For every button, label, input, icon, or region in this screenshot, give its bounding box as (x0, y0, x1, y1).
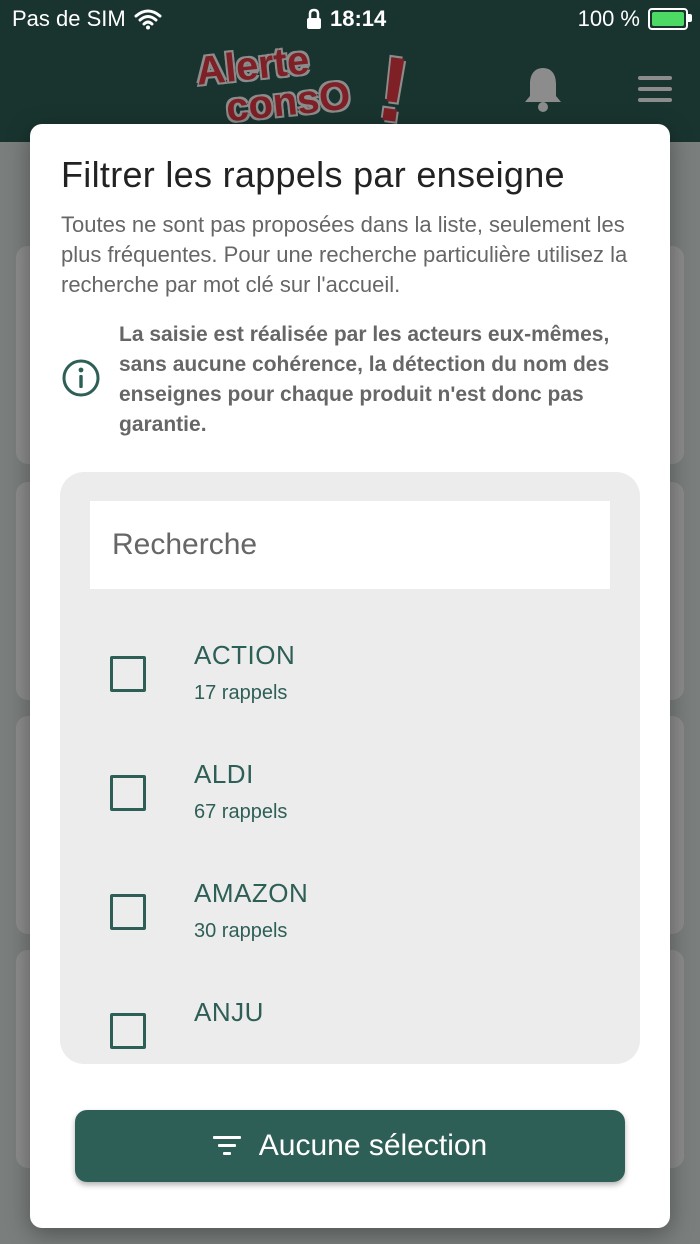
dialog-title: Filtrer les rappels par enseigne (61, 154, 565, 195)
filter-icon (212, 1136, 241, 1156)
battery-percent: 100 % (577, 6, 640, 31)
store-filter-dialog: Filtrer les rappels par enseigne Toutes … (30, 124, 670, 1228)
clock-time: 18:14 (330, 6, 387, 31)
info-text: La saisie est réalisée par les acteurs e… (119, 323, 610, 436)
store-search-input[interactable] (90, 501, 610, 589)
status-bar: Pas de SIM 18:14 100 % (0, 0, 700, 38)
store-recall-count: 17 rappels (194, 682, 288, 704)
store-checkbox[interactable] (110, 656, 146, 692)
store-name: ACTION (194, 640, 296, 670)
store-name: ALDI (194, 759, 254, 789)
apply-filter-button[interactable]: Aucune sélection (75, 1110, 625, 1182)
lock-icon (307, 8, 321, 29)
info-notice: La saisie est réalisée par les acteurs e… (61, 320, 641, 440)
store-checkbox[interactable] (110, 894, 146, 930)
apply-button-label: Aucune sélection (258, 1129, 488, 1162)
store-item-action[interactable]: ACTION 17 rappels (60, 632, 640, 742)
store-checkbox[interactable] (110, 775, 146, 811)
store-item-aldi[interactable]: ALDI 67 rappels (60, 751, 640, 861)
wifi-icon (134, 9, 162, 30)
store-list-panel[interactable]: ACTION 17 rappels ALDI 67 rappels AMAZON… (60, 472, 640, 1064)
store-recall-count: 67 rappels (194, 801, 288, 823)
store-item-amazon[interactable]: AMAZON 30 rappels (60, 870, 640, 980)
store-checkbox[interactable] (110, 1013, 146, 1049)
battery-icon (648, 8, 692, 30)
info-icon (62, 359, 100, 397)
store-name: AMAZON (194, 878, 309, 908)
carrier-label: Pas de SIM (12, 6, 126, 31)
store-item-anju[interactable]: ANJU (60, 989, 640, 1064)
dialog-description: Toutes ne sont pas proposées dans la lis… (61, 212, 628, 297)
store-name: ANJU (194, 997, 264, 1027)
store-recall-count: 30 rappels (194, 920, 288, 942)
